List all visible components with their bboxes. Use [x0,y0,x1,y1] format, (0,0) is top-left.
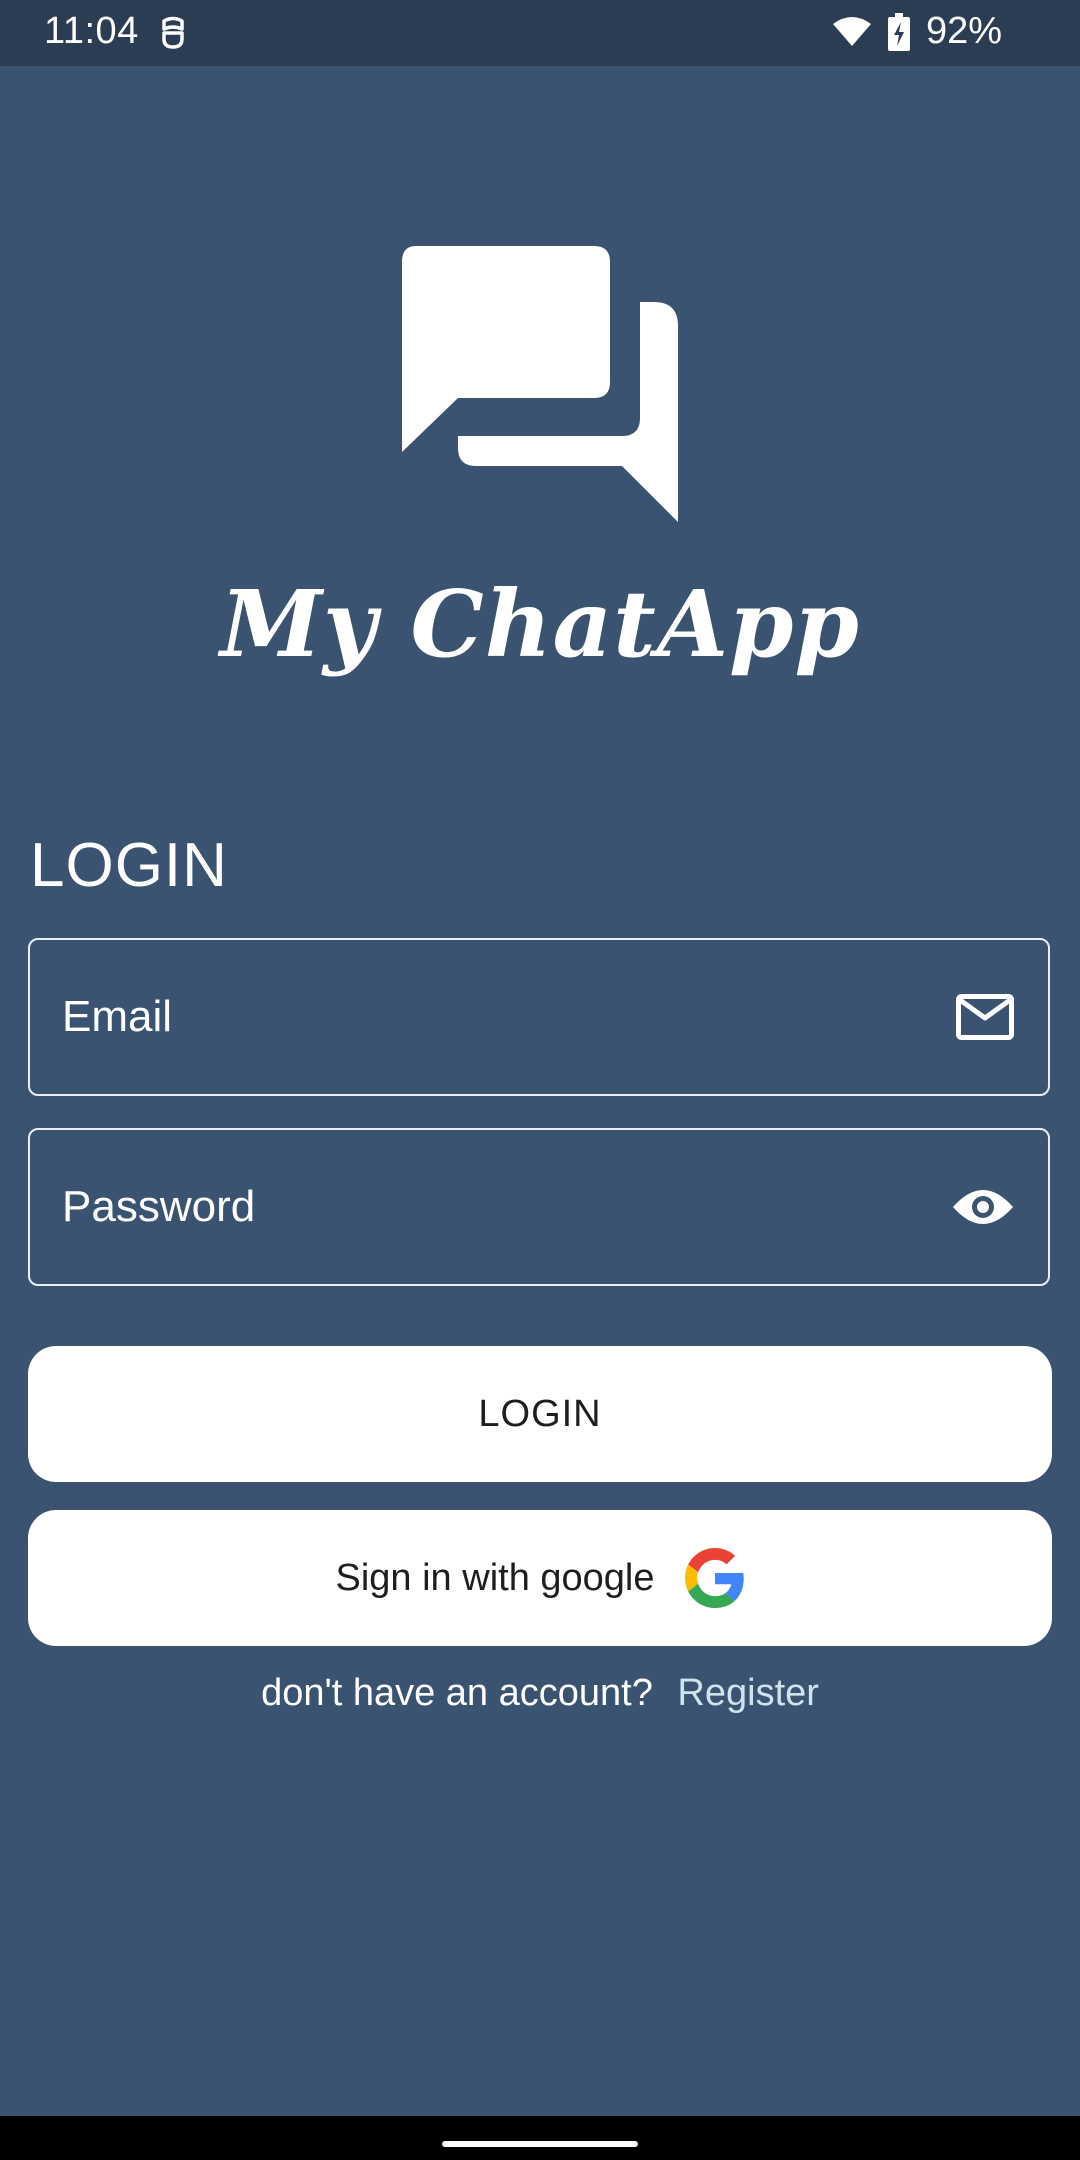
register-line: don't have an account? Register [0,1672,1080,1715]
google-signin-button[interactable]: Sign in with google [28,1510,1052,1646]
login-button-label: LOGIN [478,1392,602,1435]
status-right: 92% [832,10,1002,53]
password-input[interactable] [62,1182,952,1232]
login-button[interactable]: LOGIN [28,1346,1052,1482]
google-button-label: Sign in with google [335,1556,655,1599]
eye-icon[interactable] [952,1187,1014,1227]
app-name: My ChatApp [220,570,860,678]
battery-percent: 92% [925,10,1002,52]
register-link[interactable]: Register [677,1672,819,1714]
google-icon [684,1548,744,1608]
home-gesture-handle[interactable] [442,2141,638,2147]
mail-icon [956,994,1014,1040]
login-screen: 11:04 92% My ChatApp LOGIN Email LOGIN S… [0,0,1080,2160]
email-input[interactable] [62,992,956,1042]
login-title: LOGIN [30,831,228,900]
status-time: 11:04 [44,10,139,52]
wifi-icon [832,16,871,46]
password-field[interactable] [28,1128,1050,1286]
chat-bubbles-icon [402,246,678,522]
register-prompt: don't have an account? [261,1672,653,1714]
nav-bar [0,2116,1080,2160]
email-field[interactable] [28,938,1050,1096]
status-bar: 11:04 92% [0,0,1080,66]
notification-icon [162,16,184,49]
battery-charging-icon [887,12,910,51]
